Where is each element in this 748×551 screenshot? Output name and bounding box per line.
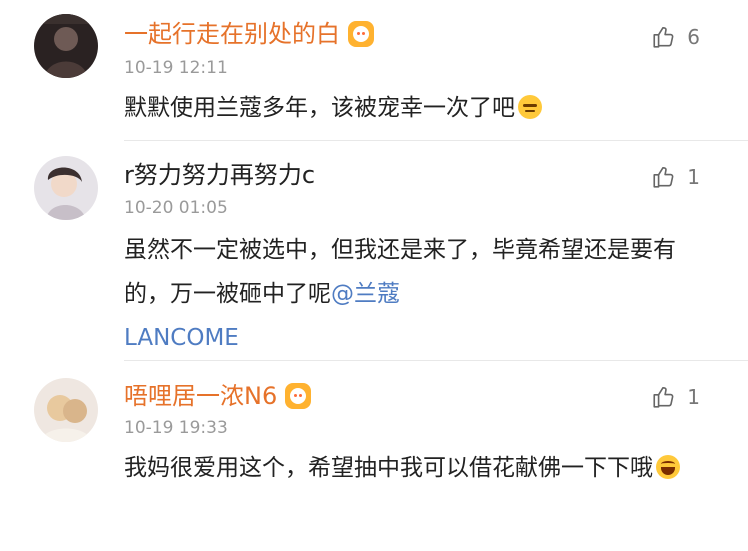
vip-badge-icon	[285, 383, 312, 409]
vip-badge-icon	[348, 21, 374, 47]
username[interactable]: 唔哩居一浓N6	[124, 382, 277, 410]
thumbs-up-icon	[653, 166, 674, 188]
comment-text: 我妈很爱用这个，希望抽中我可以借花献佛一下下哦	[124, 446, 684, 490]
thumbs-up-icon	[653, 26, 674, 48]
comment-text: 虽然不一定被选中，但我还是来了，毕竟希望还是要有的，万一被砸中了呢@兰蔻 LAN…	[124, 228, 684, 360]
avatar[interactable]	[34, 14, 98, 78]
comment-time: 10-19 19:33	[124, 418, 228, 438]
username[interactable]: 一起行走在别处的白	[124, 20, 340, 48]
comment-time: 10-19 12:11	[124, 58, 228, 78]
mention-link[interactable]: @兰蔻	[331, 281, 400, 307]
username[interactable]: r努力努力再努力c	[124, 161, 315, 189]
comment-item: 唔哩居一浓N6 10-19 19:33 1 我妈很爱用这个，希望抽中我可以借花献…	[0, 360, 748, 551]
comment-item: 一起行走在别处的白 10-19 12:11 6 默默使用兰蔻多年，该被宠幸一次了…	[0, 0, 748, 141]
comment-body: 我妈很爱用这个，希望抽中我可以借花献佛一下下哦	[124, 455, 653, 481]
like-button[interactable]: 1	[651, 384, 700, 410]
avatar[interactable]	[34, 378, 98, 442]
laugh-emoji	[656, 455, 680, 479]
comment-item: r努力努力再努力c 10-20 01:05 1 虽然不一定被选中，但我还是来了，…	[0, 140, 748, 361]
like-count: 1	[687, 385, 700, 409]
avatar[interactable]	[34, 156, 98, 220]
comment-body: 虽然不一定被选中，但我还是来了，毕竟希望还是要有的，万一被砸中了呢	[124, 237, 676, 307]
comment-time: 10-20 01:05	[124, 198, 228, 218]
like-count: 1	[687, 165, 700, 189]
comment-body: 默默使用兰蔻多年，该被宠幸一次了吧	[124, 95, 515, 121]
comment-list: 一起行走在别处的白 10-19 12:11 6 默默使用兰蔻多年，该被宠幸一次了…	[0, 0, 748, 551]
like-button[interactable]: 6	[651, 24, 700, 50]
avatar-image	[34, 156, 98, 220]
comment-text: 默默使用兰蔻多年，该被宠幸一次了吧	[124, 86, 714, 130]
like-count: 6	[687, 25, 700, 49]
thumbs-up-icon	[653, 386, 674, 408]
avatar-image	[34, 378, 98, 442]
avatar-image	[34, 14, 98, 78]
sweat-emoji	[518, 95, 542, 119]
mention-link-brand[interactable]: LANCOME	[124, 325, 239, 351]
like-button[interactable]: 1	[651, 164, 700, 190]
